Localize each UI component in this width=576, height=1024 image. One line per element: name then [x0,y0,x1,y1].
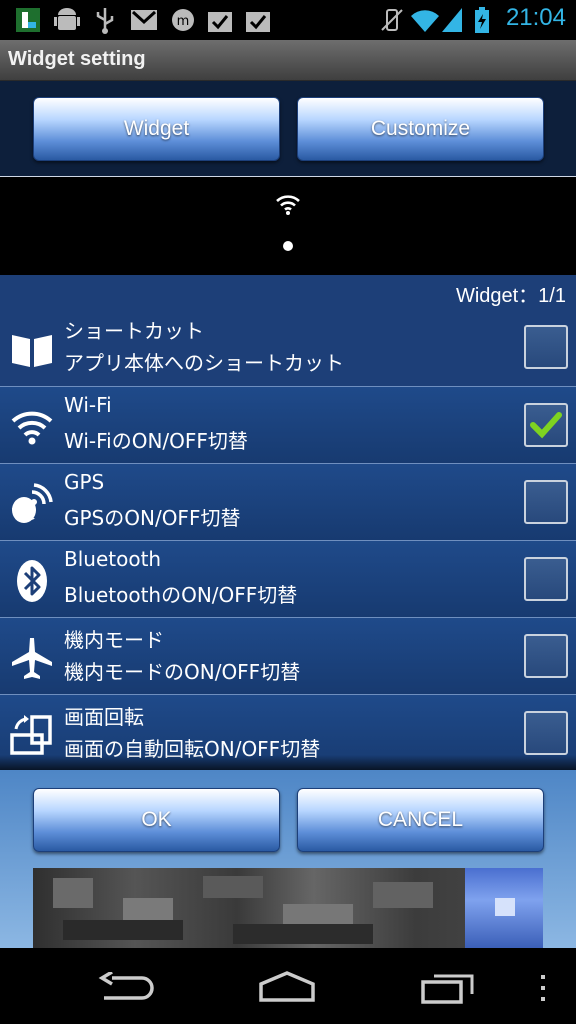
checkbox-wifi[interactable] [524,403,568,447]
item-title: 画面回転 [64,705,144,729]
recent-apps-icon[interactable] [420,970,476,1004]
widget-preview [0,176,576,276]
list-item-wifi[interactable]: Wi-Fi Wi-FiのON/OFF切替 [0,386,576,464]
item-subtitle: GPSのON/OFF切替 [64,506,241,530]
item-subtitle: 機内モードのON/OFF切替 [64,660,301,684]
widget-option-list: Widget：1/1 ショートカット アプリ本体へのショートカット Wi-Fi … [0,275,576,770]
item-title: 機内モード [64,628,164,652]
page-indicator-dot [283,241,293,251]
usb-icon [96,8,114,34]
vibrate-mute-icon [381,9,403,31]
list-item-airplane-mode[interactable]: 機内モード 機内モードのON/OFF切替 [0,617,576,695]
shortcut-icon [12,335,52,367]
list-item-gps[interactable]: GPS GPSのON/OFF切替 [0,463,576,541]
checkmark-icon [530,412,562,439]
checkbox-airplane-mode[interactable] [524,634,568,678]
item-title: Bluetooth [64,547,162,571]
tab-customize[interactable]: Customize [297,97,544,161]
android-debug-icon [54,8,80,30]
overflow-menu-icon[interactable] [538,974,548,1002]
widget-counter: Widget：1/1 [455,285,566,307]
cancel-button[interactable]: CANCEL [297,788,544,852]
status-time: 21:04 [505,4,566,31]
title-bar: Widget setting [0,40,576,81]
checkbox-shortcut[interactable] [524,325,568,369]
item-subtitle: アプリ本体へのショートカット [64,351,344,375]
list-item-shortcut[interactable]: ショートカット アプリ本体へのショートカット [0,309,576,386]
tab-widget[interactable]: Widget [33,97,280,161]
list-item-bluetooth[interactable]: Bluetooth BluetoothのON/OFF切替 [0,540,576,618]
task-check-icon [208,12,232,32]
item-title: Wi-Fi [64,393,112,417]
navigation-bar [0,948,576,1024]
item-subtitle: BluetoothのON/OFF切替 [64,583,298,607]
m-app-icon: m [172,9,194,31]
item-subtitle: Wi-FiのON/OFF切替 [64,429,248,453]
checkbox-screen-rotation[interactable] [524,711,568,755]
gps-icon [11,483,53,523]
wifi-icon [11,411,53,445]
rotate-icon [10,715,52,755]
battery-icon [475,7,489,33]
svg-text:m: m [177,14,190,29]
checkbox-bluetooth[interactable] [524,557,568,601]
checkbox-gps[interactable] [524,480,568,524]
cell-signal-icon [442,8,462,32]
back-icon[interactable] [98,972,156,1002]
dialog-actions: OK CANCEL [0,770,576,948]
list-scroll-shadow [0,755,576,771]
airplane-icon [12,638,52,679]
wifi-signal-icon [411,10,439,32]
item-title: GPS [64,470,105,494]
page-title: Widget setting [8,48,146,70]
ad-banner[interactable] [33,868,543,948]
bluetooth-icon [17,560,47,602]
home-icon[interactable] [257,970,317,1002]
app-notification-icon [16,8,40,32]
status-bar: m 21:04 [0,0,576,40]
item-title: ショートカット [64,319,204,343]
gmail-icon [131,10,157,30]
task-check-icon-2 [246,12,270,32]
mode-tabs: Widget Customize [0,81,576,176]
preview-wifi-icon [276,195,300,215]
ok-button[interactable]: OK [33,788,280,852]
